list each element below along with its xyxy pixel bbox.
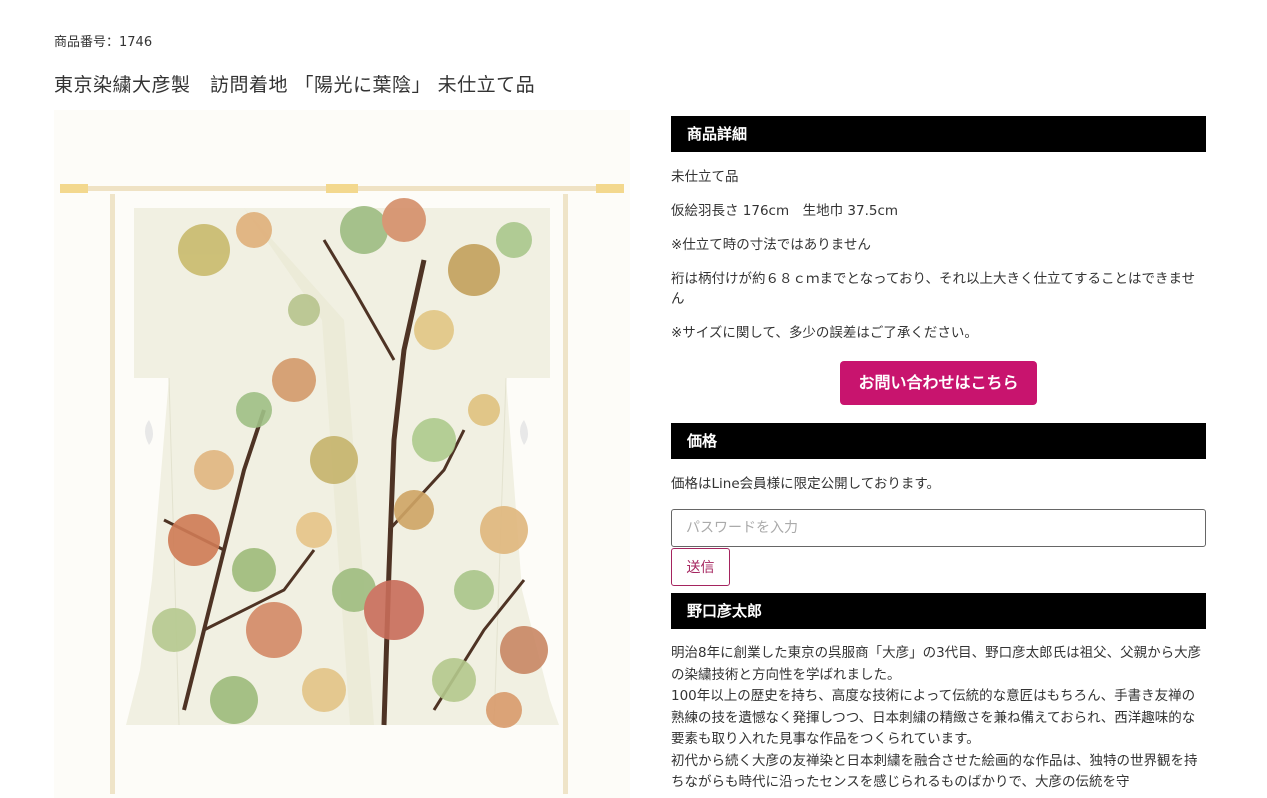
detail-line: 仮絵羽長さ 176cm 生地巾 37.5cm bbox=[671, 203, 899, 219]
detail-line: ※サイズに関して、多少の誤差はご了承ください。 bbox=[671, 325, 978, 341]
contact-button[interactable]: お問い合わせはこちら bbox=[840, 361, 1037, 405]
artist-bio: 明治8年に創業した東京の呉服商「大彦」の3代目、野口彦太郎氏は祖父、父親から大彦… bbox=[671, 643, 1206, 794]
section-heading-details: 商品詳細 bbox=[671, 116, 1206, 152]
detail-line: 裄は柄付けが約６８ｃｍまでとなっており、それ以上大きく仕立てすることはできません bbox=[671, 271, 1196, 307]
detail-line: 未仕立て品 bbox=[671, 169, 739, 185]
section-heading-artist: 野口彦太郎 bbox=[671, 593, 1206, 629]
section-heading-price: 価格 bbox=[671, 423, 1206, 459]
bio-paragraph: 100年以上の歴史を持ち、高度な技術によって伝統的な意匠はもちろん、手書き友禅の… bbox=[671, 688, 1196, 747]
product-info-panel: 商品詳細 未仕立て品 仮絵羽長さ 176cm 生地巾 37.5cm ※仕立て時の… bbox=[671, 116, 1206, 794]
product-image[interactable] bbox=[54, 110, 630, 798]
submit-button[interactable]: 送信 bbox=[671, 548, 730, 586]
page-title: 東京染繍大彦製 訪問着地 「陽光に葉陰」 未仕立て品 bbox=[54, 74, 536, 96]
detail-line: ※仕立て時の寸法ではありません bbox=[671, 237, 871, 253]
price-note: 価格はLine会員様に限定公開しております。 bbox=[671, 476, 940, 492]
bio-paragraph: 明治8年に創業した東京の呉服商「大彦」の3代目、野口彦太郎氏は祖父、父親から大彦… bbox=[671, 645, 1202, 683]
bio-paragraph: 初代から続く大彦の友禅染と日本刺繍を融合させた絵画的な作品は、独特の世界観を持ち… bbox=[671, 752, 1198, 791]
password-input[interactable] bbox=[671, 509, 1206, 547]
product-number: 商品番号：1746 bbox=[54, 35, 153, 50]
kimono-illustration bbox=[60, 184, 624, 794]
